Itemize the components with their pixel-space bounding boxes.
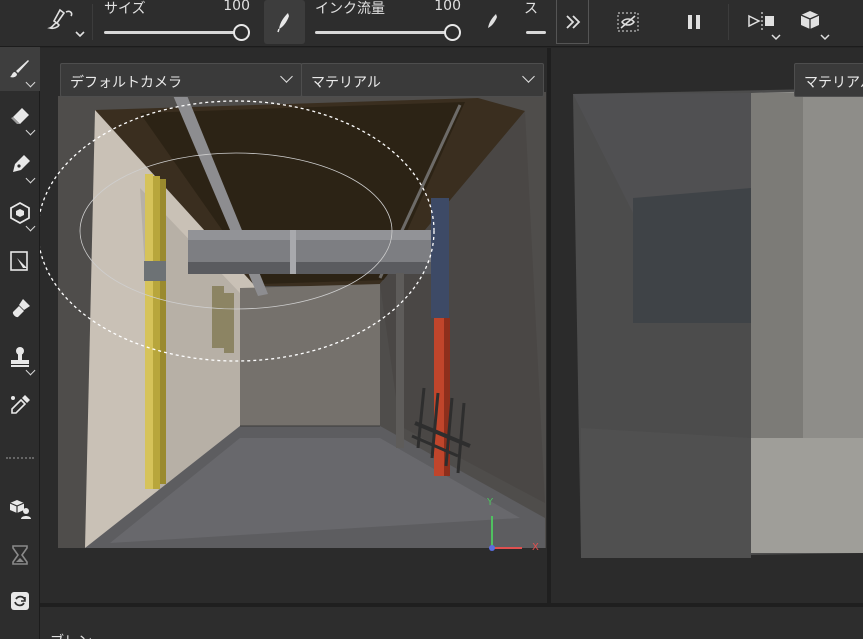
camera-dropdown[interactable]: デフォルトカメラ bbox=[60, 63, 302, 97]
expand-icon bbox=[565, 14, 580, 29]
left-toolbar bbox=[0, 47, 40, 639]
ink-flow-knob[interactable] bbox=[444, 24, 461, 41]
stamp-icon bbox=[11, 347, 29, 367]
tool-pen[interactable] bbox=[0, 143, 40, 187]
hide-selection-icon bbox=[617, 12, 639, 32]
toolbar-expand-button[interactable] bbox=[556, 0, 589, 44]
ink-pressure-icon bbox=[488, 14, 497, 28]
chevron-down-icon bbox=[25, 125, 36, 136]
hourglass-icon bbox=[12, 545, 28, 565]
brush-icon bbox=[10, 60, 29, 78]
pause-icon bbox=[688, 15, 700, 29]
pen-icon bbox=[13, 155, 30, 172]
third-track[interactable] bbox=[526, 31, 546, 34]
chevron-down-icon bbox=[280, 70, 293, 83]
chevron-down-icon bbox=[25, 221, 36, 232]
symmetry-icon bbox=[748, 12, 781, 41]
size-knob[interactable] bbox=[233, 24, 250, 41]
tool-fill[interactable] bbox=[0, 287, 40, 331]
ink-flow-value: 100 bbox=[434, 0, 461, 14]
tool-eraser[interactable] bbox=[0, 95, 40, 139]
material-dropdown-right-value: マテリアル bbox=[804, 75, 863, 91]
material-dropdown-left-value: マテリアル bbox=[311, 75, 381, 91]
toolbar-grip[interactable] bbox=[6, 457, 34, 459]
3d-object-icon bbox=[10, 201, 30, 225]
eraser-icon bbox=[11, 108, 29, 124]
chevron-down-icon bbox=[522, 70, 535, 83]
tool-3d-object[interactable] bbox=[0, 191, 40, 235]
tool-refresh[interactable] bbox=[0, 579, 40, 623]
size-slider[interactable]: サイズ 100 bbox=[104, 0, 254, 44]
refresh-icon bbox=[11, 592, 29, 610]
pause-button[interactable] bbox=[676, 0, 712, 44]
3d-person-icon bbox=[9, 500, 31, 519]
axis-x-label: X bbox=[532, 542, 539, 553]
3d-viewport-default-camera[interactable]: Y X デフォルトカメラ マテリアル bbox=[40, 48, 548, 603]
chevron-down-icon bbox=[25, 77, 36, 88]
chevron-down-icon bbox=[25, 365, 36, 376]
third-slider-label: ス bbox=[524, 1, 538, 17]
hide-selection-button[interactable] bbox=[610, 0, 646, 44]
tool-stamp[interactable] bbox=[0, 335, 40, 379]
chevron-down-icon bbox=[25, 173, 36, 184]
tool-3d-person[interactable] bbox=[0, 487, 40, 531]
tool-brush[interactable] bbox=[0, 47, 40, 91]
material-preview-render[interactable] bbox=[551, 48, 863, 603]
material-dropdown-right[interactable]: マテリアル bbox=[794, 63, 863, 97]
bottom-panel: ブレン bbox=[40, 607, 863, 639]
toolbar-separator bbox=[92, 4, 93, 40]
ink-flow-track[interactable] bbox=[315, 31, 455, 34]
brush-preset-button[interactable] bbox=[44, 2, 88, 42]
third-slider[interactable]: ス bbox=[524, 0, 546, 44]
eyedropper-icon bbox=[11, 395, 30, 414]
tool-select-transform[interactable] bbox=[0, 239, 40, 283]
ink-pressure-button[interactable] bbox=[478, 0, 508, 44]
size-value: 100 bbox=[223, 0, 250, 14]
axis-y-label: Y bbox=[487, 497, 494, 508]
3d-scene-render[interactable] bbox=[40, 48, 548, 603]
toolbar-separator bbox=[728, 4, 729, 40]
symmetry-button[interactable] bbox=[740, 0, 784, 44]
size-label: サイズ bbox=[104, 1, 146, 17]
camera-dropdown-value: デフォルトカメラ bbox=[70, 75, 182, 91]
app-window: { "toolbar": { "size_label": "サイズ", "siz… bbox=[0, 0, 863, 639]
3d-viewport-secondary[interactable]: マテリアル bbox=[551, 48, 863, 603]
pen-pressure-icon bbox=[276, 13, 289, 33]
top-toolbar: サイズ 100 インク流量 100 ス bbox=[0, 0, 863, 47]
bottom-panel-label: ブレン bbox=[50, 631, 92, 639]
fill-icon bbox=[12, 299, 30, 318]
3d-cube-icon bbox=[800, 11, 830, 41]
3d-cube-button[interactable] bbox=[790, 0, 834, 44]
material-dropdown-left[interactable]: マテリアル bbox=[301, 63, 544, 97]
ink-flow-label: インク流量 bbox=[315, 1, 385, 17]
tool-timeline[interactable] bbox=[0, 533, 40, 577]
size-track[interactable] bbox=[104, 31, 244, 34]
brush-preset-icon bbox=[47, 8, 85, 38]
tool-eyedropper[interactable] bbox=[0, 383, 40, 427]
ink-flow-slider[interactable]: インク流量 100 bbox=[315, 0, 465, 44]
select-transform-icon bbox=[10, 251, 28, 271]
pen-pressure-button[interactable] bbox=[264, 0, 305, 44]
